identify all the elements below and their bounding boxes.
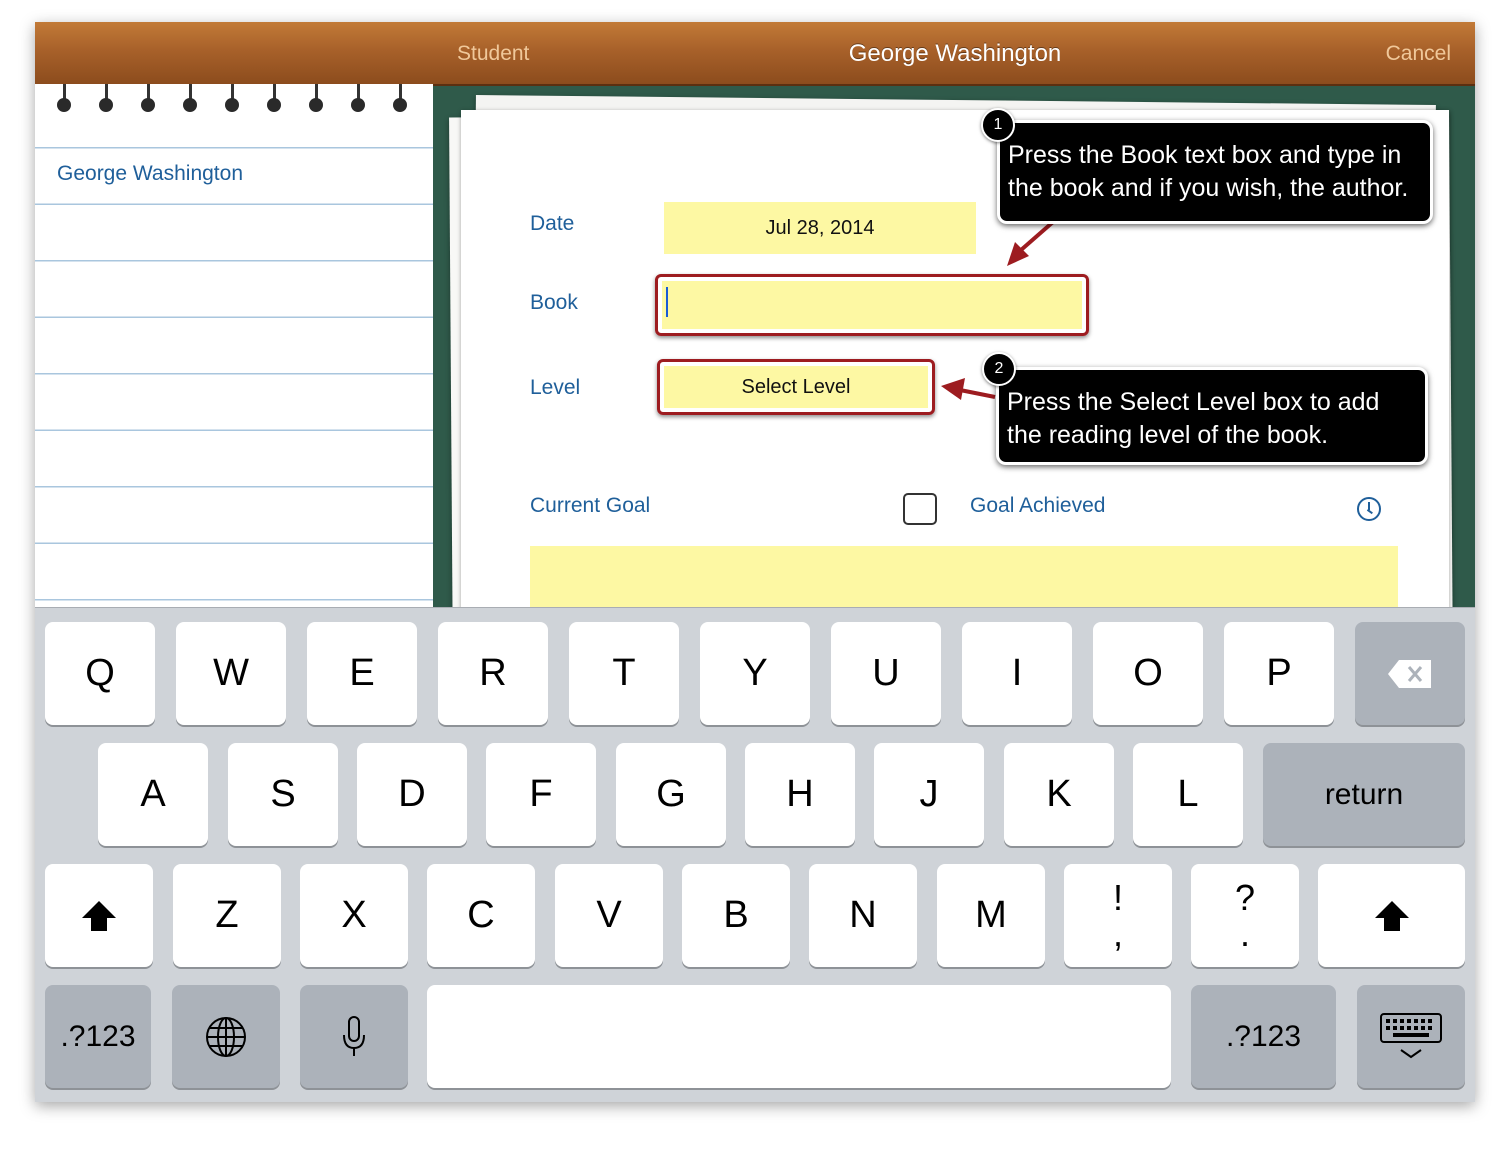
key-h[interactable]: H bbox=[745, 743, 855, 846]
key-k[interactable]: K bbox=[1004, 743, 1114, 846]
key-question-label: ? bbox=[1234, 876, 1256, 918]
key-v[interactable]: V bbox=[555, 864, 663, 967]
key-b[interactable]: B bbox=[682, 864, 790, 967]
return-key[interactable]: return bbox=[1263, 743, 1465, 846]
callout-number-1: 1 bbox=[981, 108, 1015, 142]
dictation-key[interactable] bbox=[300, 985, 408, 1088]
globe-key[interactable] bbox=[172, 985, 280, 1088]
numbers-key-left[interactable]: .?123 bbox=[45, 985, 151, 1088]
key-exclamation-label: ! bbox=[1112, 876, 1123, 918]
shift-icon bbox=[82, 900, 116, 931]
callout-2-arrowhead bbox=[941, 378, 965, 400]
key-d[interactable]: D bbox=[357, 743, 467, 846]
dismiss-keyboard-key[interactable] bbox=[1357, 985, 1465, 1088]
key-m[interactable]: M bbox=[937, 864, 1045, 967]
callout-book-instruction: Press the Book text box and type in the … bbox=[997, 120, 1433, 224]
backspace-key[interactable] bbox=[1355, 622, 1465, 725]
key-a[interactable]: A bbox=[98, 743, 208, 846]
keyboard-dismiss-icon bbox=[1380, 1012, 1442, 1058]
callout-2-arrow bbox=[959, 388, 996, 399]
globe-icon bbox=[206, 1016, 246, 1057]
key-l[interactable]: L bbox=[1133, 743, 1243, 846]
key-o[interactable]: O bbox=[1093, 622, 1203, 725]
key-y[interactable]: Y bbox=[700, 622, 810, 725]
callout-number-2: 2 bbox=[982, 352, 1016, 386]
key-n[interactable]: N bbox=[809, 864, 917, 967]
backspace-icon bbox=[1388, 659, 1431, 688]
key-period-label: . bbox=[1239, 912, 1250, 954]
app-window: Student George Washington Cancel George … bbox=[35, 22, 1475, 1102]
key-comma-label: , bbox=[1112, 912, 1123, 954]
key-j[interactable]: J bbox=[874, 743, 984, 846]
key-g[interactable]: G bbox=[616, 743, 726, 846]
key-f[interactable]: F bbox=[486, 743, 596, 846]
microphone-icon bbox=[343, 1015, 365, 1056]
callout-1-arrow bbox=[1019, 220, 1055, 252]
shift-key-right[interactable] bbox=[1318, 864, 1465, 967]
key-s[interactable]: S bbox=[228, 743, 338, 846]
key-u[interactable]: U bbox=[831, 622, 941, 725]
key-question-period[interactable]: ? . bbox=[1191, 864, 1299, 967]
key-w[interactable]: W bbox=[176, 622, 286, 725]
shift-key-left[interactable] bbox=[45, 864, 153, 967]
key-e[interactable]: E bbox=[307, 622, 417, 725]
numbers-key-right[interactable]: .?123 bbox=[1191, 985, 1336, 1088]
key-exclamation-comma[interactable]: ! , bbox=[1064, 864, 1172, 967]
key-q[interactable]: Q bbox=[45, 622, 155, 725]
key-c[interactable]: C bbox=[427, 864, 535, 967]
key-x[interactable]: X bbox=[300, 864, 408, 967]
on-screen-keyboard: Q W E R T Y U I O P A S D F G H J K L re… bbox=[35, 607, 1475, 1102]
space-bar[interactable] bbox=[427, 985, 1171, 1088]
callout-level-instruction: Press the Select Level box to add the re… bbox=[996, 367, 1428, 465]
key-z[interactable]: Z bbox=[173, 864, 281, 967]
key-r[interactable]: R bbox=[438, 622, 548, 725]
key-i[interactable]: I bbox=[962, 622, 1072, 725]
shift-icon bbox=[1374, 900, 1409, 931]
callout-arrows bbox=[941, 220, 1055, 400]
key-p[interactable]: P bbox=[1224, 622, 1334, 725]
key-t[interactable]: T bbox=[569, 622, 679, 725]
